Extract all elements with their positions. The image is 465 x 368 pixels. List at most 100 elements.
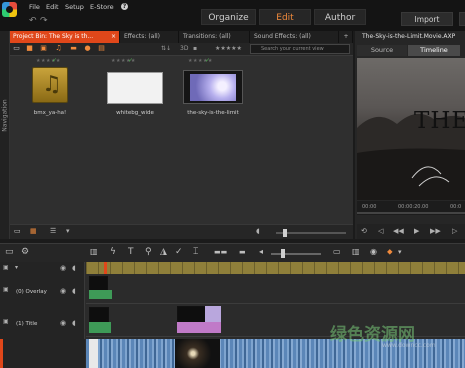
track-divider [86,303,465,304]
trash-icon[interactable]: ▥ [352,247,360,257]
marker-pin-icon[interactable]: ⬥ [387,247,393,257]
tab-project-bin[interactable]: Project Bin: The Sky is th... × [10,31,120,43]
play-icon[interactable]: ▶ [414,227,419,235]
photo-icon[interactable]: ▣ [40,45,47,52]
record-icon[interactable]: ◉ [370,247,377,257]
video-clip[interactable] [175,339,220,368]
storyboard-icon[interactable]: ▭ [5,247,14,257]
speaker-icon[interactable]: ◖ [72,319,76,327]
edit-tab[interactable]: Edit [259,9,311,25]
tab-add-button[interactable]: + [340,31,353,43]
tab-sound-effects-label: Sound Effects: (all) [254,33,311,40]
3d-filter[interactable]: 3D [180,45,188,52]
razor-icon[interactable]: ϟ [110,247,116,257]
organize-tab[interactable]: Organize [201,9,256,25]
film-icon[interactable]: ▭ [333,247,341,257]
zoom-out-icon[interactable]: ◂ [259,247,263,257]
redo-icon[interactable]: ↷ [40,16,48,26]
sort-icon[interactable]: ⇅↓ [161,45,171,52]
asset-label: bmx_ya-ha! [33,110,67,116]
timecode-start: 00:00 [362,204,377,210]
overlay-clip-audio[interactable] [89,290,112,299]
grid-view-icon[interactable]: ▦ [30,227,37,235]
audio-mixer-icon[interactable]: ▥ [90,247,98,257]
asset-thumb-image[interactable] [107,72,163,104]
video-track-header [0,339,85,368]
ripple-icon[interactable]: ▬▬ [214,247,227,257]
loop-icon[interactable]: ⟲ [361,227,367,235]
speaker-icon[interactable]: ◖ [72,287,76,295]
folder-icon[interactable]: ▭ [13,45,20,52]
asset-thumb-video[interactable] [183,70,243,104]
menu-edit[interactable]: Edit [46,3,59,11]
speaker-icon[interactable]: ◖ [256,227,260,235]
tab-transitions[interactable]: Transitions: (all) [180,31,250,43]
eye-icon[interactable]: ◉ [60,319,66,327]
step-back-icon[interactable]: ◁ [378,227,383,235]
lock-icon[interactable]: ▣ [3,264,9,271]
asset-thumb-audio[interactable]: ♫ [32,67,68,103]
library-panel [10,31,353,239]
music-icon[interactable]: ♫ [55,45,62,52]
close-icon[interactable]: × [111,31,116,43]
playhead-marker[interactable] [104,262,107,274]
asset-rating[interactable]: ★★★★★ [36,58,61,64]
video-frame [190,74,236,101]
list-view-icon[interactable]: ☰ [50,227,56,235]
timeline-zoom-handle[interactable] [281,249,285,258]
eye-icon[interactable]: ◉ [60,287,66,295]
menu-file[interactable]: File [29,3,40,11]
scrubber-track[interactable] [357,212,465,214]
menu-setup[interactable]: Setup [65,3,84,11]
forward-icon[interactable]: ▶▶ [430,227,441,235]
tab-sound-effects[interactable]: Sound Effects: (all) [251,31,339,43]
tab-source[interactable]: Source [357,45,407,56]
menu-estore[interactable]: E-Store [90,3,114,11]
import-button[interactable]: Import [401,12,453,26]
rewind-icon[interactable]: ◀◀ [393,227,404,235]
disc-icon[interactable]: ● [84,45,91,52]
video-icon[interactable]: ■ [26,45,33,52]
timeline-zoom-slider[interactable] [271,253,321,255]
help-icon[interactable]: ? [121,3,128,10]
sidebar-toggle-icon[interactable]: ▭ [14,227,21,235]
scrub-icon[interactable]: ▬ [239,247,246,257]
video-track-accent [0,339,3,368]
author-tab[interactable]: Author [314,9,366,25]
snap-icon[interactable]: ⚲ [145,247,152,257]
export-button-edge[interactable] [459,12,465,26]
timeline-toolbar [0,243,465,262]
eye-icon[interactable]: ◉ [60,264,66,272]
title-clip[interactable] [89,307,109,323]
marker-icon[interactable]: ◮ [160,247,167,257]
preview-title-text: THE [414,108,465,134]
rating-filter[interactable]: ★★★★★ [215,45,242,52]
trim-icon[interactable]: ⌶ [193,247,198,257]
title-clip-audio[interactable] [177,322,221,333]
undo-icon[interactable]: ↶ [29,16,37,26]
title-clip-end[interactable] [205,306,221,323]
watermark-url: www.downcc.com [382,342,436,349]
check-icon: ✓ [205,57,211,64]
zoom-slider-handle[interactable] [283,229,287,237]
menu-icon[interactable]: ▾ [66,227,70,235]
project-icon[interactable]: ▬ [70,45,77,52]
search-input[interactable]: Search your current view [250,44,350,54]
tab-effects[interactable]: Effects: (all) [121,31,179,43]
filter-icon[interactable]: ▤ [98,45,105,52]
title-icon[interactable]: T [128,247,134,257]
video-clip[interactable] [89,339,98,368]
overlay-clip[interactable] [89,276,108,291]
title-clip-audio[interactable] [89,322,111,333]
transition-icon[interactable]: ✓ [175,247,183,257]
marker-menu-icon[interactable]: ▾ [398,247,402,257]
tag-icon[interactable]: ▪ [193,45,197,52]
step-forward-icon[interactable]: ▷ [452,227,457,235]
track-settings-icon[interactable]: ⚙ [21,247,29,257]
lock-icon[interactable]: ▣ [3,318,9,325]
tab-timeline[interactable]: Timeline [408,45,460,56]
track-options-icon[interactable]: ▾ [15,264,18,271]
track-label-title: (1) Title [16,321,38,327]
lock-icon[interactable]: ▣ [3,286,9,293]
speaker-icon[interactable]: ◖ [72,264,76,272]
